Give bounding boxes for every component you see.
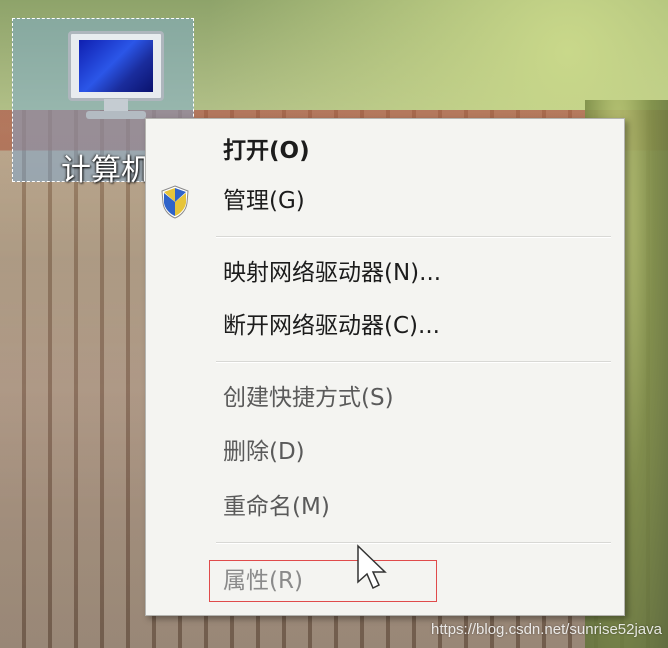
watermark-text: https://blog.csdn.net/sunrise52java [431,621,662,638]
menu-separator [216,236,611,238]
menu-item-create-shortcut[interactable]: 创建快捷方式(S) [223,378,394,418]
menu-item-map-network-drive[interactable]: 映射网络驱动器(N)... [223,253,441,293]
menu-item-manage[interactable]: 管理(G) [223,181,305,221]
properties-highlight-box [209,560,437,602]
context-menu: 打开(O) 管理(G) 映射网络驱动器(N)... 断开网络驱动器(C)... … [145,118,625,616]
uac-shield-icon [161,185,189,219]
menu-item-delete[interactable]: 删除(D) [223,432,305,472]
mouse-cursor-icon [357,544,387,590]
menu-item-rename[interactable]: 重命名(M) [223,487,330,527]
computer-icon [68,31,168,119]
menu-separator [216,542,611,544]
desktop-icon-label: 计算机 [61,153,151,188]
menu-item-disconnect-network-drive[interactable]: 断开网络驱动器(C)... [223,306,440,346]
menu-separator [216,361,611,363]
menu-item-open[interactable]: 打开(O) [223,131,310,171]
